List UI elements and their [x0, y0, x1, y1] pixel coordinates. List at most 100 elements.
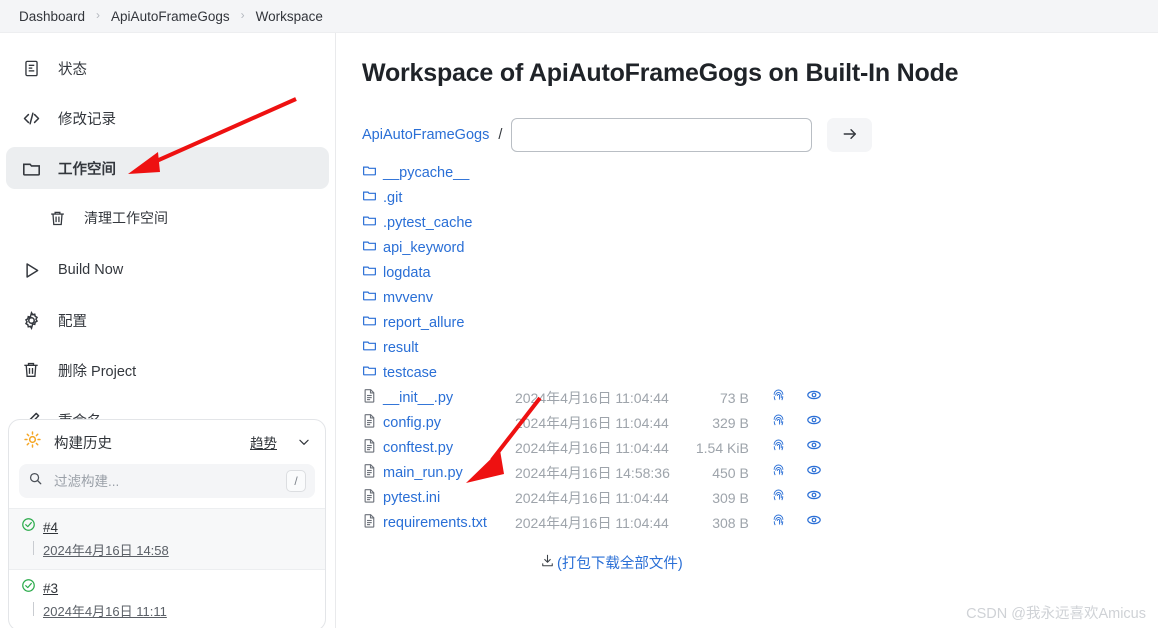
fingerprint-icon[interactable] [771, 462, 786, 478]
entry-link[interactable]: conftest.py [383, 440, 453, 456]
file-icon [362, 438, 377, 458]
entry-link[interactable]: __pycache__ [383, 165, 469, 181]
build-filter-box[interactable]: / [19, 464, 315, 498]
folder-row: __pycache__ [362, 160, 822, 185]
build-filter-wrap: / [9, 464, 325, 508]
fingerprint-icon[interactable] [771, 487, 786, 503]
eye-icon[interactable] [806, 512, 822, 528]
entry-date [487, 285, 670, 310]
build-date-link[interactable]: 2024年4月16日 14:58 [33, 540, 169, 559]
entry-view-cell [786, 410, 822, 435]
breadcrumb-item-project[interactable]: ApiAutoFrameGogs [100, 9, 241, 24]
entry-link[interactable]: api_keyword [383, 240, 464, 256]
entry-size [670, 310, 749, 335]
entry-link[interactable]: testcase [383, 365, 437, 381]
entry-view-cell [786, 510, 822, 535]
folder-row: report_allure [362, 310, 822, 335]
entry-view-cell [786, 360, 822, 385]
build-row-top: #3 [21, 578, 313, 598]
entry-link[interactable]: requirements.txt [383, 515, 487, 531]
fingerprint-icon[interactable] [771, 387, 786, 403]
download-all-link[interactable]: (打包下载全部文件) [557, 552, 683, 573]
build-history-title: 构建历史 [54, 435, 112, 452]
entry-fingerprint-cell [749, 335, 786, 360]
build-filter-input[interactable] [52, 472, 277, 490]
entry-date: 2024年4月16日 11:04:44 [514, 414, 669, 431]
sidebar-item-label: 修改记录 [58, 111, 116, 128]
entry-size [670, 160, 749, 185]
build-number-link[interactable]: #4 [43, 520, 58, 535]
eye-icon[interactable] [806, 437, 822, 453]
entry-link[interactable]: .pytest_cache [383, 215, 472, 231]
build-trend-link[interactable]: 趋势 [250, 432, 277, 452]
sidebar-item-build-now[interactable]: Build Now [6, 249, 329, 291]
entry-view-cell [786, 385, 822, 410]
sidebar-item-label: 清理工作空间 [84, 210, 168, 226]
file-icon [362, 388, 377, 408]
eye-icon[interactable] [806, 412, 822, 428]
breadcrumb-item-workspace[interactable]: Workspace [245, 9, 334, 24]
sidebar-item-changes[interactable]: 修改记录 [6, 97, 329, 139]
eye-icon[interactable] [806, 387, 822, 403]
entry-link[interactable]: main_run.py [383, 465, 463, 481]
entry-date: 2024年4月16日 14:58:36 [514, 464, 670, 481]
file-listing-body: __pycache__ .git .pytest_cache api_keywordl… [362, 160, 822, 535]
file-row: requirements.txt 2024年4月16日 11:04:44 308 B [362, 510, 822, 535]
entry-link[interactable]: report_allure [383, 315, 464, 331]
path-input[interactable] [511, 118, 813, 152]
trash-icon [46, 207, 68, 229]
build-number-link[interactable]: #3 [43, 581, 58, 596]
entry-date [487, 235, 670, 260]
entry-date [487, 310, 670, 335]
entry-fingerprint-cell [749, 235, 786, 260]
download-icon[interactable] [540, 553, 555, 573]
entry-fingerprint-cell [749, 485, 786, 510]
fingerprint-icon[interactable] [771, 437, 786, 453]
folder-icon [362, 363, 377, 383]
sidebar-item-wipe-workspace[interactable]: 清理工作空间 [6, 197, 329, 239]
entry-link[interactable]: config.py [383, 415, 441, 431]
file-row: config.py 2024年4月16日 11:04:44 329 B [362, 410, 822, 435]
eye-icon[interactable] [806, 487, 822, 503]
sidebar-item-delete-project[interactable]: 删除 Project [6, 349, 329, 391]
entry-fingerprint-cell [749, 210, 786, 235]
entry-link[interactable]: result [383, 340, 418, 356]
entry-date [487, 260, 670, 285]
entry-date [487, 185, 670, 210]
sidebar-item-workspace[interactable]: 工作空间 [6, 147, 329, 189]
sidebar-item-status[interactable]: 状态 [6, 47, 329, 89]
entry-link[interactable]: __init__.py [383, 390, 453, 406]
entry-size: 450 B [712, 464, 749, 481]
watermark: CSDN @我永远喜欢Amicus [966, 606, 1146, 622]
eye-icon[interactable] [806, 462, 822, 478]
entry-view-cell [786, 485, 822, 510]
file-row: pytest.ini 2024年4月16日 11:04:44 309 B [362, 485, 822, 510]
fingerprint-icon[interactable] [771, 412, 786, 428]
entry-link[interactable]: mvvenv [383, 290, 433, 306]
entry-fingerprint-cell [749, 385, 786, 410]
entry-size: 308 B [712, 514, 749, 531]
sidebar-item-label: 删除 Project [58, 363, 137, 380]
sidebar: 状态 修改记录 工作空间 清理工作空间 Build Now 配置 删除 Proj… [0, 33, 336, 628]
build-row[interactable]: #3 2024年4月16日 11:11 [9, 569, 325, 628]
arrow-right-icon [841, 125, 859, 146]
sidebar-item-configure[interactable]: 配置 [6, 299, 329, 341]
breadcrumb-item-dashboard[interactable]: Dashboard [8, 9, 96, 24]
path-root-link[interactable]: ApiAutoFrameGogs [362, 127, 489, 143]
entry-link[interactable]: logdata [383, 265, 431, 281]
entry-link[interactable]: .git [383, 190, 402, 206]
fingerprint-icon[interactable] [771, 512, 786, 528]
build-date-link[interactable]: 2024年4月16日 11:11 [33, 601, 167, 620]
file-listing-table: __pycache__ .git .pytest_cache api_keywordl… [362, 160, 822, 535]
chevron-down-icon[interactable] [297, 435, 311, 449]
path-go-button[interactable] [827, 118, 873, 152]
entry-date: 2024年4月16日 11:04:44 [514, 439, 669, 456]
sidebar-nav-list: 状态 修改记录 工作空间 清理工作空间 Build Now 配置 删除 Proj… [0, 47, 335, 441]
build-row[interactable]: #4 2024年4月16日 14:58 [9, 508, 325, 569]
folder-icon [362, 288, 377, 308]
entry-size [670, 335, 749, 360]
entry-view-cell [786, 460, 822, 485]
entry-size: 73 B [719, 389, 749, 406]
file-icon [362, 513, 377, 533]
entry-link[interactable]: pytest.ini [383, 490, 440, 506]
